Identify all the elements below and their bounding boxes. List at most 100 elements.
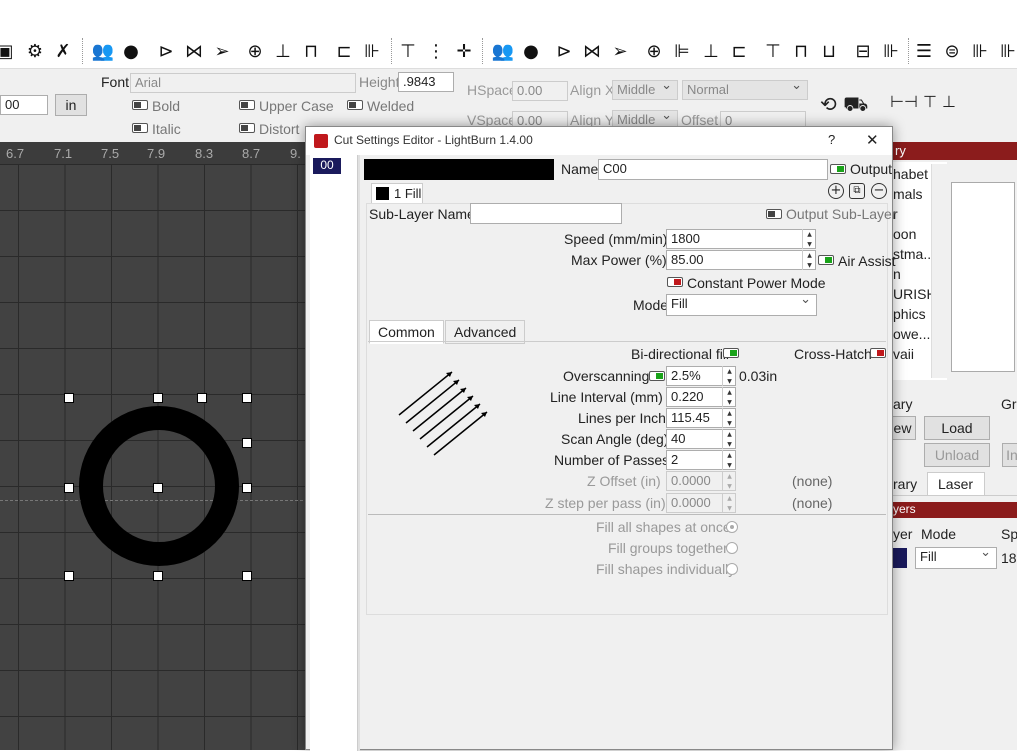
unload-button[interactable]: Unload xyxy=(924,443,990,467)
align-b2-icon[interactable]: ⊔ xyxy=(818,40,840,62)
list-item[interactable]: habet xyxy=(893,166,928,182)
new-button[interactable]: ew xyxy=(889,416,916,440)
selection-handle[interactable] xyxy=(153,483,163,493)
selection-handle[interactable] xyxy=(197,393,207,403)
align-top-icon[interactable]: ⊤ xyxy=(397,40,419,62)
distribute-icon[interactable]: ⊪ xyxy=(361,40,383,62)
dist7-icon[interactable]: ⊪ xyxy=(997,40,1017,62)
output-toggle[interactable] xyxy=(830,164,846,174)
selection-handle[interactable] xyxy=(153,393,163,403)
design-canvas[interactable] xyxy=(0,164,308,750)
passes-spinner[interactable]: ▲ ▼ xyxy=(722,450,736,470)
align-tools-icon[interactable]: ⊢⊣ ⊤ ⊥ xyxy=(890,92,1017,114)
layer-list[interactable]: 00 xyxy=(310,155,358,751)
speed-field[interactable]: 1800 xyxy=(666,229,816,249)
copy-sublayer-icon[interactable]: ⧉ xyxy=(849,183,865,199)
sublayer-name-field[interactable] xyxy=(470,203,622,224)
dist2-icon[interactable]: ⊟ xyxy=(852,40,874,62)
output-sublayer-toggle[interactable] xyxy=(766,209,782,219)
dist6-icon[interactable]: ⊪ xyxy=(969,40,991,62)
list-scrollbar[interactable] xyxy=(931,164,947,378)
name-field[interactable]: C00 xyxy=(598,159,828,180)
list-item[interactable]: mals xyxy=(893,186,923,202)
selection-handle[interactable] xyxy=(242,393,252,403)
constant-power-toggle[interactable] xyxy=(667,277,683,287)
size-field[interactable]: 00 xyxy=(0,95,48,115)
list-item[interactable]: oon xyxy=(893,226,916,242)
mirror-icon[interactable]: ⋈ xyxy=(183,40,205,62)
align-t2-icon[interactable]: ⊤ xyxy=(762,40,784,62)
layer-entry[interactable]: 00 xyxy=(313,158,341,174)
welded-toggle[interactable] xyxy=(347,100,363,110)
tab-library[interactable]: rary xyxy=(893,476,917,492)
fill-individual-radio[interactable] xyxy=(726,563,738,575)
group-icon[interactable]: 👥 xyxy=(92,40,114,62)
selection-handle[interactable] xyxy=(242,438,252,448)
overscanning-spinner[interactable]: ▲ ▼ xyxy=(722,366,736,386)
list-item[interactable]: vaii xyxy=(893,346,914,362)
bold-toggle[interactable] xyxy=(132,100,148,110)
layer-mode-dropdown[interactable]: Fill xyxy=(915,545,997,569)
selection-handle[interactable] xyxy=(242,483,252,493)
air-assist-toggle[interactable] xyxy=(818,255,834,265)
add-sublayer-icon[interactable]: + xyxy=(828,183,844,199)
send-icon[interactable]: ➢ xyxy=(211,40,233,62)
max-power-field[interactable]: 85.00 xyxy=(666,250,816,270)
list-item[interactable]: owe... xyxy=(893,326,930,342)
crosshatch-toggle[interactable] xyxy=(870,348,886,358)
align-center-icon[interactable]: ⊓ xyxy=(300,40,322,62)
lines-per-inch-spinner[interactable]: ▲ ▼ xyxy=(722,408,736,428)
move-icon[interactable]: ✛ xyxy=(453,40,475,62)
send2-icon[interactable]: ➢ xyxy=(609,40,631,62)
sublayer-tab[interactable]: 1 Fill xyxy=(371,183,423,203)
dist3-icon[interactable]: ⊪ xyxy=(880,40,902,62)
layer-color-bar[interactable] xyxy=(364,159,554,180)
user-icon[interactable]: ● xyxy=(120,40,142,62)
flip-horizontal-icon[interactable]: ⊳ xyxy=(155,40,177,62)
selection-handle[interactable] xyxy=(153,571,163,581)
italic-toggle[interactable] xyxy=(132,123,148,133)
z-step-spinner[interactable]: ▲ ▼ xyxy=(722,493,736,513)
align-middle-icon[interactable]: ⋮ xyxy=(425,40,447,62)
max-power-spinner[interactable]: ▲ ▼ xyxy=(802,250,816,270)
font-dropdown[interactable]: Arial xyxy=(130,73,356,93)
align-right-icon[interactable]: ⊏ xyxy=(333,40,355,62)
close-button[interactable]: ✕ xyxy=(866,131,879,149)
list-item[interactable]: stma... xyxy=(893,246,935,262)
gear-icon[interactable]: ⚙ xyxy=(24,40,46,62)
alignx-dropdown[interactable]: Middle xyxy=(612,78,678,100)
help-button[interactable]: ? xyxy=(828,132,835,147)
distort-toggle[interactable] xyxy=(239,123,255,133)
hspace-field[interactable]: 0.00 xyxy=(512,81,568,101)
save-icon[interactable]: ▣ xyxy=(0,40,16,62)
selection-handle[interactable] xyxy=(64,393,74,403)
target2-icon[interactable]: ⊕ xyxy=(643,40,665,62)
group2-icon[interactable]: 👥 xyxy=(492,40,514,62)
user2-icon[interactable]: ● xyxy=(520,40,542,62)
z-offset-spinner[interactable]: ▲ ▼ xyxy=(722,471,736,491)
dist5-icon[interactable]: ⊜ xyxy=(941,40,963,62)
camera-icon[interactable]: ⟲ ⛟ xyxy=(820,92,880,116)
mode-dropdown[interactable]: Fill xyxy=(666,292,817,316)
flip2-icon[interactable]: ⊳ xyxy=(553,40,575,62)
fill-groups-radio[interactable] xyxy=(726,542,738,554)
tools-icon[interactable]: ✗ xyxy=(52,40,74,62)
selection-handle[interactable] xyxy=(64,571,74,581)
align-l2-icon[interactable]: ⊫ xyxy=(671,40,693,62)
selection-handle[interactable] xyxy=(64,483,74,493)
text-mode-dropdown[interactable]: Normal xyxy=(682,78,808,100)
target-icon[interactable]: ⊕ xyxy=(244,40,266,62)
upper-case-toggle[interactable] xyxy=(239,100,255,110)
bidirectional-toggle[interactable] xyxy=(723,348,739,358)
height-field[interactable]: .9843 xyxy=(398,72,454,92)
tab-laser[interactable]: Laser xyxy=(927,472,985,496)
align-c2-icon[interactable]: ⊥ xyxy=(700,40,722,62)
speed-spinner[interactable]: ▲ ▼ xyxy=(802,229,816,249)
align-r2-icon[interactable]: ⊏ xyxy=(728,40,750,62)
list-item[interactable]: phics xyxy=(893,306,926,322)
align-left-icon[interactable]: ⊥ xyxy=(272,40,294,62)
line-interval-spinner[interactable]: ▲ ▼ xyxy=(722,387,736,407)
load-button[interactable]: Load xyxy=(924,416,990,440)
in-button[interactable]: In xyxy=(1002,443,1017,467)
fill-all-radio[interactable] xyxy=(726,521,738,533)
